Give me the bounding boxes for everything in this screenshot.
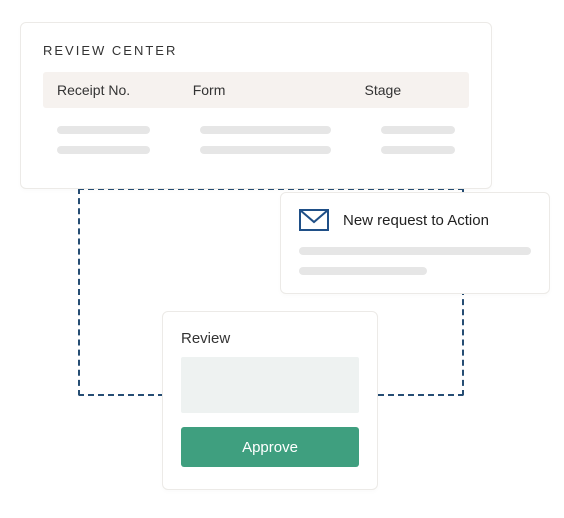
table-row	[43, 146, 469, 154]
skeleton-placeholder	[57, 146, 150, 154]
mail-icon	[299, 209, 329, 231]
column-header-receipt-no: Receipt No.	[57, 82, 193, 98]
skeleton-placeholder	[299, 247, 531, 255]
notification-header: New request to Action	[299, 209, 531, 231]
skeleton-placeholder	[57, 126, 150, 134]
approve-button[interactable]: Approve	[181, 427, 359, 467]
notification-title: New request to Action	[343, 212, 489, 229]
column-header-stage: Stage	[365, 82, 455, 98]
table-body	[43, 126, 469, 154]
review-label: Review	[181, 330, 359, 347]
review-center-card: REVIEW CENTER Receipt No. Form Stage	[20, 22, 492, 189]
review-textarea[interactable]	[181, 357, 359, 413]
notification-card: New request to Action	[280, 192, 550, 294]
review-approve-card: Review Approve	[162, 311, 378, 490]
table-header-row: Receipt No. Form Stage	[43, 72, 469, 108]
skeleton-placeholder	[381, 126, 456, 134]
skeleton-placeholder	[200, 146, 330, 154]
review-center-title: REVIEW CENTER	[43, 43, 469, 58]
column-header-form: Form	[193, 82, 365, 98]
skeleton-placeholder	[299, 267, 427, 275]
skeleton-placeholder	[381, 146, 456, 154]
table-row	[43, 126, 469, 134]
skeleton-placeholder	[200, 126, 330, 134]
